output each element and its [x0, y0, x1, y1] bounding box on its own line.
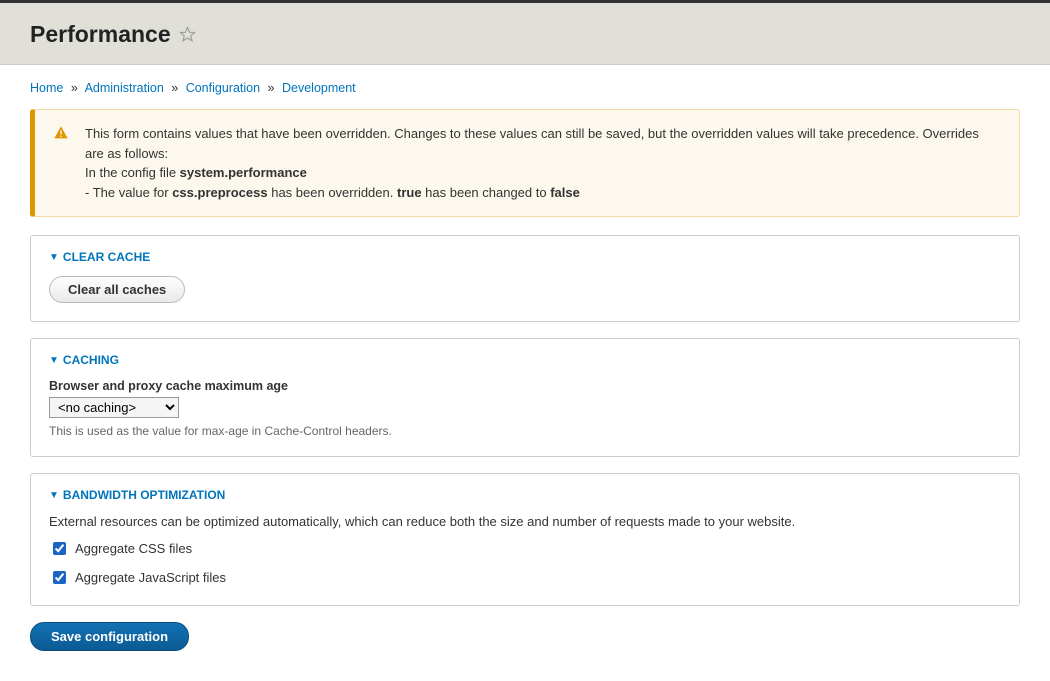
warning-line2-prefix: - The value for — [85, 185, 172, 200]
page-header: Performance — [0, 3, 1050, 65]
warning-new-value: false — [550, 185, 580, 200]
bandwidth-fieldset: ▼ BANDWIDTH OPTIMIZATION External resour… — [30, 473, 1020, 606]
warning-mid2: has been changed to — [422, 185, 551, 200]
warning-message: This form contains values that have been… — [30, 109, 1020, 217]
warning-config-file: system.performance — [180, 165, 307, 180]
clear-all-caches-button[interactable]: Clear all caches — [49, 276, 185, 303]
disclosure-icon: ▼ — [49, 490, 59, 501]
aggregate-css-label: Aggregate CSS files — [75, 541, 192, 556]
breadcrumb-sep: » — [71, 81, 78, 95]
breadcrumb-sep: » — [268, 81, 275, 95]
breadcrumb: Home » Administration » Configuration » … — [30, 81, 1020, 95]
aggregate-js-label: Aggregate JavaScript files — [75, 570, 226, 585]
aggregate-css-checkbox[interactable] — [53, 542, 66, 555]
bandwidth-legend[interactable]: ▼ BANDWIDTH OPTIMIZATION — [49, 488, 1001, 502]
breadcrumb-administration[interactable]: Administration — [85, 81, 164, 95]
warning-old-value: true — [397, 185, 422, 200]
cache-max-age-label: Browser and proxy cache maximum age — [49, 379, 1001, 393]
warning-line1-prefix: In the config file — [85, 165, 180, 180]
warning-icon — [53, 125, 69, 141]
warning-mid1: has been overridden. — [268, 185, 397, 200]
bandwidth-intro: External resources can be optimized auto… — [49, 514, 1001, 529]
clear-cache-legend[interactable]: ▼ CLEAR CACHE — [49, 250, 1001, 264]
caching-legend[interactable]: ▼ CACHING — [49, 353, 1001, 367]
disclosure-icon: ▼ — [49, 252, 59, 263]
bandwidth-legend-text: BANDWIDTH OPTIMIZATION — [63, 488, 225, 502]
caching-fieldset: ▼ CACHING Browser and proxy cache maximu… — [30, 338, 1020, 457]
page-title-row: Performance — [30, 21, 196, 48]
aggregate-css-row[interactable]: Aggregate CSS files — [49, 539, 1001, 558]
clear-cache-fieldset: ▼ CLEAR CACHE Clear all caches — [30, 235, 1020, 322]
aggregate-js-row[interactable]: Aggregate JavaScript files — [49, 568, 1001, 587]
aggregate-js-checkbox[interactable] — [53, 571, 66, 584]
warning-intro: This form contains values that have been… — [85, 126, 979, 161]
breadcrumb-development[interactable]: Development — [282, 81, 356, 95]
breadcrumb-home[interactable]: Home — [30, 81, 63, 95]
cache-max-age-select[interactable]: <no caching> — [49, 397, 179, 418]
warning-key: css.preprocess — [172, 185, 267, 200]
save-configuration-button[interactable]: Save configuration — [30, 622, 189, 651]
disclosure-icon: ▼ — [49, 355, 59, 366]
star-icon[interactable] — [179, 26, 196, 43]
page-title: Performance — [30, 21, 171, 48]
warning-text: This form contains values that have been… — [85, 124, 1001, 202]
cache-max-age-description: This is used as the value for max-age in… — [49, 424, 1001, 438]
clear-cache-legend-text: CLEAR CACHE — [63, 250, 150, 264]
content-region: Home » Administration » Configuration » … — [0, 65, 1050, 681]
breadcrumb-sep: » — [171, 81, 178, 95]
caching-legend-text: CACHING — [63, 353, 119, 367]
breadcrumb-configuration[interactable]: Configuration — [186, 81, 260, 95]
